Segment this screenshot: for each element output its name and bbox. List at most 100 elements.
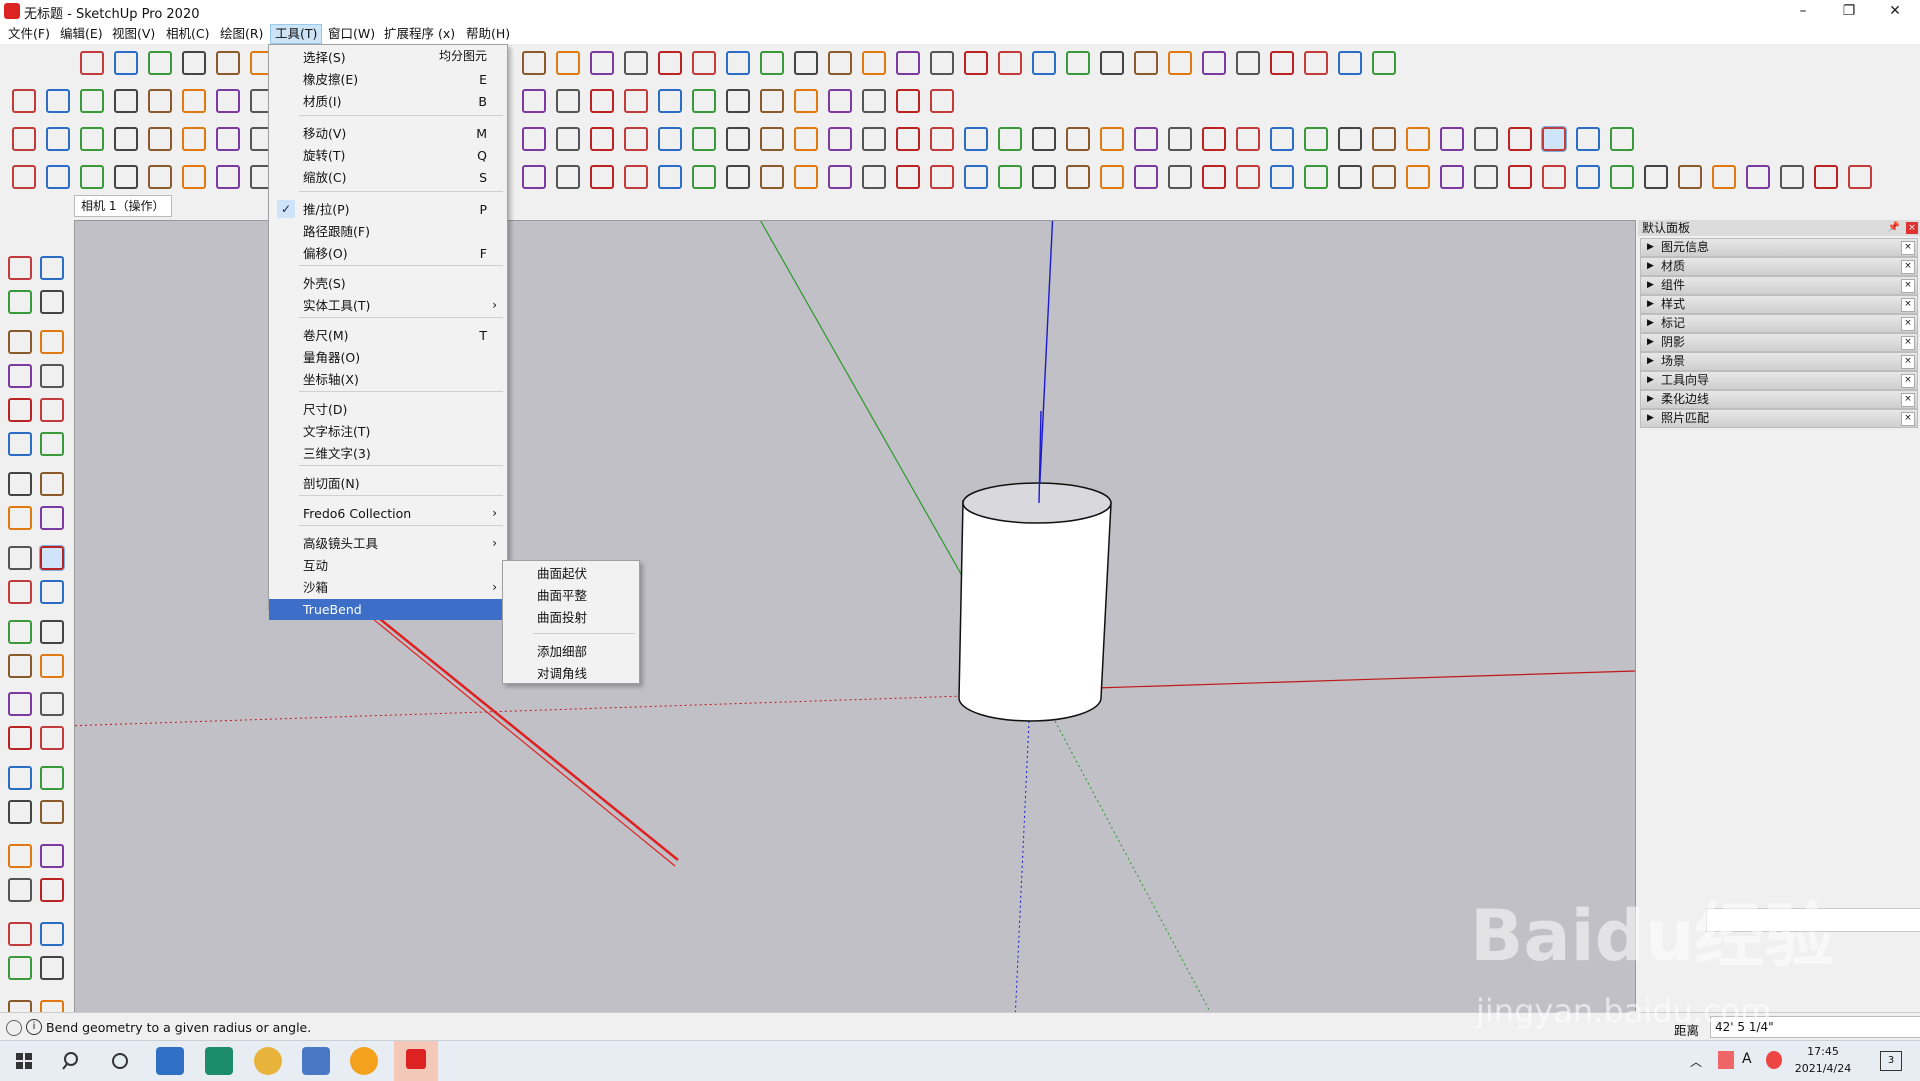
tools-menu-item[interactable]: 量角器(O) [269,347,507,368]
toolbar-tool-icon[interactable] [624,165,648,189]
toolbar-tool-icon[interactable] [1168,165,1192,189]
tools-menu-item[interactable]: 三维文字(3) [269,443,507,464]
left-tool-icon[interactable] [8,330,32,354]
toolbar-tool-icon[interactable] [80,165,104,189]
left-tool-icon[interactable] [40,766,64,790]
toolbar-tool-icon[interactable] [216,127,240,151]
toolbar-tool-icon[interactable] [1304,51,1328,75]
toolbar-tool-icon[interactable] [1644,165,1668,189]
toolbar-tool-icon[interactable] [1508,165,1532,189]
left-tool-icon[interactable] [40,398,64,422]
sandbox-submenu-item[interactable]: 曲面平整 [503,585,639,606]
tray-panel-row[interactable]: ▶ 柔化边线 × [1640,390,1918,409]
toolbar-tool-icon[interactable] [1236,127,1260,151]
toolbar-tool-icon[interactable] [1236,165,1260,189]
tray-panel-close-icon[interactable]: × [1901,412,1915,426]
tray-panel-row[interactable]: ▶ 场景 × [1640,352,1918,371]
left-tool-icon[interactable] [40,922,64,946]
toolbar-tool-icon[interactable] [862,127,886,151]
toolbar-tool-icon[interactable] [862,89,886,113]
tools-menu-item[interactable]: 路径跟随(F) [269,221,507,242]
toolbar-tool-icon[interactable] [726,165,750,189]
toolbar-tool-icon[interactable] [1202,51,1226,75]
toolbar-tool-icon[interactable] [1440,127,1464,151]
left-tool-icon[interactable] [8,546,32,570]
toolbar-tool-icon[interactable] [556,51,580,75]
tray-panel-row[interactable]: ▶ 图元信息 × [1640,238,1918,257]
tools-menu-item[interactable]: 高级镜头工具 › [269,533,507,554]
scene-tab[interactable]: 相机 1（操作） [74,195,172,217]
clock-date[interactable]: 2021/4/24 [1788,1062,1858,1075]
left-tool-icon[interactable] [8,398,32,422]
info-icon[interactable]: i [26,1019,42,1035]
tray-panel-close-icon[interactable]: × [1901,355,1915,369]
toolbar-tool-icon[interactable] [114,51,138,75]
toolbar-tool-icon[interactable] [80,51,104,75]
toolbar-tool-icon[interactable] [1202,127,1226,151]
toolbar-tool-icon[interactable] [794,89,818,113]
toolbar-tool-icon[interactable] [760,89,784,113]
toolbar-tool-icon[interactable] [1100,165,1124,189]
toolbar-tool-icon[interactable] [692,165,716,189]
toolbar-tool-icon[interactable] [182,51,206,75]
toolbar-tool-icon[interactable] [114,89,138,113]
toolbar-tool-icon[interactable] [216,51,240,75]
toolbar-tool-icon[interactable] [556,127,580,151]
toolbar-tool-icon[interactable] [80,127,104,151]
toolbar-tool-icon[interactable] [1848,165,1872,189]
notification-icon[interactable]: 3 [1880,1051,1902,1071]
toolbar-tool-icon[interactable] [1610,127,1634,151]
toolbar-tool-icon[interactable] [522,51,546,75]
expand-triangle-icon[interactable]: ▶ [1647,391,1654,408]
left-tool-icon[interactable] [40,654,64,678]
toolbar-tool-icon[interactable] [760,127,784,151]
toolbar-tool-icon[interactable] [46,89,70,113]
start-button[interactable] [10,1047,38,1075]
expand-triangle-icon[interactable]: ▶ [1647,353,1654,370]
tray-panel-close-icon[interactable]: × [1901,279,1915,293]
tray-panel-close-icon[interactable]: × [1901,374,1915,388]
tools-menu-item[interactable]: 旋转(T) Q [269,145,507,166]
tools-menu-item[interactable]: Fredo6 Collection › [269,503,507,524]
left-tool-icon[interactable] [8,726,32,750]
toolbar-tool-icon[interactable] [794,127,818,151]
toolbar-tool-icon[interactable] [624,51,648,75]
tools-menu-item[interactable]: ✓ 推/拉(P) P [269,199,507,220]
menu-tools[interactable]: 工具(T) [270,24,323,44]
left-tool-icon[interactable] [40,878,64,902]
toolbar-tool-icon[interactable] [590,127,614,151]
toolbar-tool-icon[interactable] [1372,51,1396,75]
left-tool-icon[interactable] [40,956,64,980]
left-tool-icon[interactable] [40,432,64,456]
left-tool-icon[interactable] [8,580,32,604]
expand-triangle-icon[interactable]: ▶ [1647,334,1654,351]
toolbar-tool-icon[interactable] [148,165,172,189]
chrome-icon[interactable] [254,1047,282,1075]
toolbar-tool-icon[interactable] [760,165,784,189]
expand-triangle-icon[interactable]: ▶ [1647,315,1654,332]
toolbar-tool-icon[interactable] [556,165,580,189]
tools-menu-item[interactable]: TrueBend [269,599,507,620]
toolbar-tool-icon[interactable] [522,165,546,189]
toolbar-tool-icon[interactable] [1270,127,1294,151]
toolbar-tool-icon[interactable] [692,127,716,151]
menu-camera[interactable]: 相机(C) [162,24,213,44]
taskbar-app-icon-3[interactable] [350,1047,378,1075]
left-tool-icon[interactable] [8,506,32,530]
tray-app-icon[interactable] [1718,1051,1734,1069]
left-tool-icon[interactable] [8,654,32,678]
toolbar-tool-icon[interactable] [182,127,206,151]
toolbar-tool-icon[interactable] [1202,165,1226,189]
menu-file[interactable]: 文件(F) [4,24,54,44]
toolbar-tool-icon[interactable] [1304,127,1328,151]
menu-window[interactable]: 窗口(W) [324,24,379,44]
left-tool-icon[interactable] [8,472,32,496]
toolbar-tool-icon[interactable] [556,89,580,113]
sandbox-submenu-item[interactable]: 曲面起伏 [503,563,639,584]
left-tool-icon[interactable] [40,692,64,716]
expand-triangle-icon[interactable]: ▶ [1647,410,1654,427]
toolbar-tool-icon[interactable] [1066,127,1090,151]
toolbar-tool-icon[interactable] [80,89,104,113]
menu-draw[interactable]: 绘图(R) [216,24,267,44]
sandbox-submenu-item[interactable]: 曲面投射 [503,607,639,628]
